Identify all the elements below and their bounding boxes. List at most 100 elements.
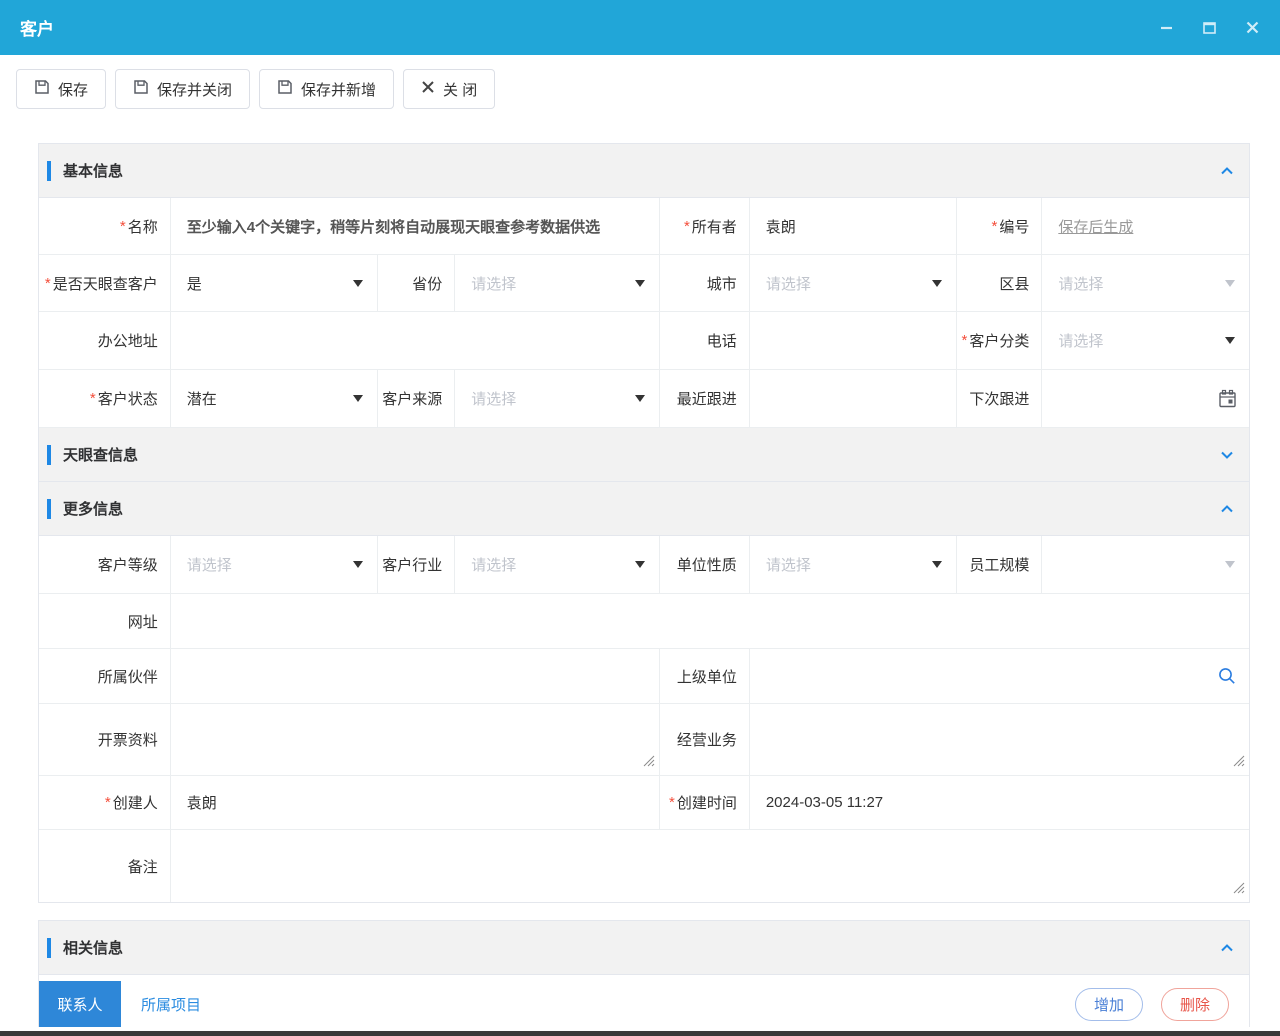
business-scope-textarea[interactable] (750, 704, 1249, 775)
dropdown-arrow-icon (353, 561, 364, 568)
form-row: * 是否天眼查客户 是 省份 请选择 城市 请选择 区县 请选择 (39, 255, 1249, 312)
tab-contacts[interactable]: 联系人 (39, 981, 121, 1027)
customer-level-select[interactable]: 请选择 (171, 536, 379, 593)
window-bottom-edge (0, 1031, 1280, 1036)
close-icon[interactable] (1245, 20, 1260, 35)
dropdown-arrow-icon (1225, 337, 1235, 344)
label-code: * 编号 (957, 198, 1043, 254)
section-related-info: 相关信息 (39, 921, 1249, 975)
minimize-icon[interactable] (1159, 20, 1174, 35)
dropdown-arrow-icon (353, 279, 364, 287)
collapse-up-icon[interactable] (1219, 502, 1235, 516)
resize-handle-icon[interactable] (643, 754, 655, 771)
dialog-titlebar: 客户 (0, 0, 1280, 55)
next-followup-date-input[interactable] (1042, 370, 1249, 427)
close-button[interactable]: 关 闭 (403, 69, 496, 109)
label-customer-category: * 客户分类 (957, 312, 1043, 369)
window-controls (1159, 20, 1260, 35)
partner-input[interactable] (171, 649, 660, 703)
label-next-followup: 下次跟进 (957, 370, 1043, 427)
label-customer-level: 客户等级 (39, 536, 171, 593)
office-address-input[interactable] (171, 312, 660, 369)
label-province: 省份 (378, 255, 456, 311)
dropdown-arrow-icon (1224, 279, 1235, 287)
form-row: 网址 (39, 594, 1249, 649)
section-accent-bar (47, 498, 51, 519)
dropdown-arrow-icon (634, 395, 645, 402)
toolbar: 保存 保存并关闭 保存并新增 关 闭 (16, 69, 1264, 109)
form-row: 备注 (39, 830, 1249, 902)
label-owner: * 所有者 (660, 198, 750, 254)
expand-down-icon[interactable] (1219, 448, 1235, 462)
save-icon (277, 79, 293, 99)
dropdown-arrow-icon (932, 279, 943, 287)
related-actions: 增加 删除 (1074, 981, 1249, 1027)
org-type-select[interactable]: 请选择 (750, 536, 958, 593)
customer-source-select[interactable]: 请选择 (455, 370, 660, 427)
label-staff-size: 员工规模 (957, 536, 1043, 593)
is-tyc-customer-select[interactable]: 是 (171, 255, 379, 311)
label-office-address: 办公地址 (39, 312, 171, 369)
save-icon (34, 79, 50, 99)
staff-size-select-disabled (1042, 536, 1249, 593)
calendar-icon[interactable] (1218, 389, 1237, 408)
label-partner: 所属伙伴 (39, 649, 171, 703)
label-website: 网址 (39, 594, 171, 648)
label-customer-source: 客户来源 (378, 370, 456, 427)
customer-industry-select[interactable]: 请选择 (455, 536, 660, 593)
close-icon (421, 80, 435, 98)
label-invoice-info: 开票资料 (39, 704, 171, 775)
website-input[interactable] (171, 594, 1249, 648)
delete-button[interactable]: 删除 (1160, 987, 1229, 1021)
add-button[interactable]: 增加 (1074, 987, 1143, 1021)
tab-projects[interactable]: 所属项目 (121, 981, 221, 1027)
dialog-title: 客户 (20, 20, 54, 39)
section-basic-info: 基本信息 (39, 144, 1249, 198)
label-business-scope: 经营业务 (660, 704, 750, 775)
last-followup-input[interactable] (750, 370, 958, 427)
owner-field[interactable]: 袁朗 (750, 198, 958, 254)
code-field: 保存后生成 (1042, 198, 1249, 254)
form-row: 开票资料 经营业务 (39, 704, 1249, 776)
name-input[interactable]: 至少输入4个关键字，稍等片刻将自动展现天眼查参考数据供选 (171, 198, 660, 254)
label-create-time: * 创建时间 (660, 776, 750, 829)
save-button[interactable]: 保存 (16, 69, 107, 109)
city-select[interactable]: 请选择 (750, 255, 958, 311)
save-and-close-button[interactable]: 保存并关闭 (115, 69, 251, 109)
section-more-info: 更多信息 (39, 482, 1249, 536)
form-row: * 客户状态 潜在 客户来源 请选择 最近跟进 下次跟进 (39, 370, 1249, 428)
label-name: * 名称 (39, 198, 171, 254)
maximize-icon[interactable] (1202, 20, 1217, 35)
section-tyc-info: 天眼查信息 (39, 428, 1249, 482)
customer-category-select[interactable]: 请选择 (1042, 312, 1249, 369)
phone-input[interactable] (750, 312, 958, 369)
section-tyc-info-title: 天眼查信息 (63, 447, 139, 464)
form-row: 办公地址 电话 * 客户分类 请选择 (39, 312, 1249, 370)
resize-handle-icon[interactable] (1233, 881, 1245, 898)
label-parent-org: 上级单位 (660, 649, 750, 703)
form-row: 所属伙伴 上级单位 (39, 649, 1249, 704)
section-accent-bar (47, 937, 51, 958)
collapse-up-icon[interactable] (1219, 164, 1235, 178)
resize-handle-icon[interactable] (1233, 754, 1245, 771)
form-row: * 名称 至少输入4个关键字，稍等片刻将自动展现天眼查参考数据供选 * 所有者 袁朗… (39, 198, 1249, 255)
save-and-new-button-label: 保存并新增 (301, 81, 377, 99)
customer-status-select[interactable]: 潜在 (171, 370, 379, 427)
related-tabs-bar: 联系人 所属项目 增加 删除 (39, 975, 1249, 1027)
section-more-info-title: 更多信息 (63, 501, 124, 518)
province-select[interactable]: 请选择 (455, 255, 660, 311)
search-icon[interactable] (1217, 666, 1237, 686)
code-generated-link[interactable]: 保存后生成 (1058, 216, 1133, 237)
creator-field: 袁朗 (171, 776, 660, 829)
collapse-up-icon[interactable] (1219, 941, 1235, 955)
parent-org-lookup-input[interactable] (750, 649, 1249, 703)
label-creator: * 创建人 (39, 776, 171, 829)
save-and-new-button[interactable]: 保存并新增 (259, 69, 395, 109)
save-icon (133, 79, 149, 99)
invoice-info-textarea[interactable] (171, 704, 660, 775)
related-info-panel: 相关信息 联系人 所属项目 增加 删除 (38, 920, 1250, 1027)
label-customer-status: * 客户状态 (39, 370, 171, 427)
label-customer-industry: 客户行业 (378, 536, 456, 593)
remark-textarea[interactable] (171, 830, 1249, 902)
customer-form-panel: 基本信息 * 名称 至少输入4个关键字，稍等片刻将自动展现天眼查参考数据供选 * 所… (38, 143, 1250, 903)
